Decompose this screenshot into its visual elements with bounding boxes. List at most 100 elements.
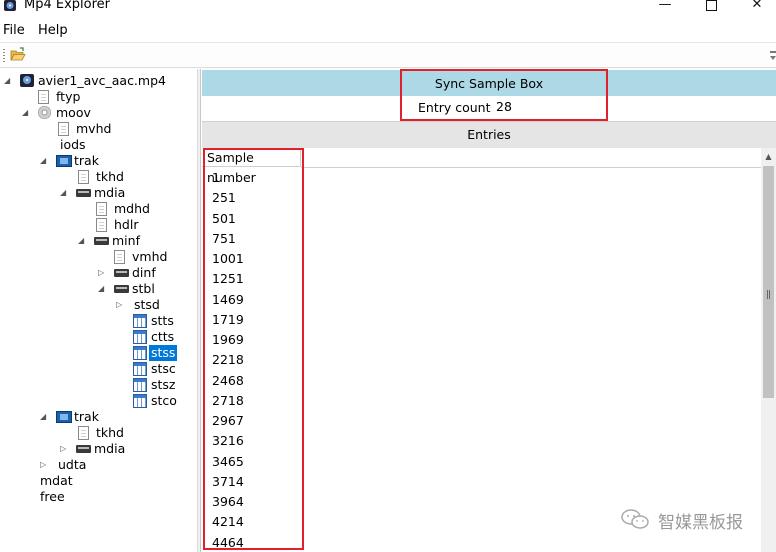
toolbar [0, 42, 776, 68]
tree-node-label: trak [74, 153, 99, 168]
tree-node-moov[interactable]: ◢ moov [0, 105, 197, 121]
tree-node-label: stsd [134, 297, 160, 312]
film-icon [56, 155, 72, 167]
tree-node-free[interactable]: free [0, 489, 197, 505]
collapse-arrow-icon[interactable]: ◢ [60, 189, 68, 197]
tree-node-label: tkhd [96, 169, 124, 184]
tree-node-label: free [40, 489, 65, 504]
menu-help[interactable]: Help [38, 23, 68, 38]
tree-node-trak[interactable]: ◢ trak [0, 409, 197, 425]
expand-arrow-icon[interactable]: ▷ [98, 269, 106, 277]
tree-node-label: vmhd [132, 249, 168, 264]
expand-arrow-icon[interactable]: ▷ [40, 461, 48, 469]
tree-node-tkhd[interactable]: tkhd [0, 169, 197, 185]
collapse-arrow-icon[interactable]: ◢ [98, 285, 106, 293]
tree-node-label: hdlr [114, 217, 139, 232]
tree-node-stsc[interactable]: stsc [0, 361, 197, 377]
tree-node-label: ctts [151, 329, 175, 344]
menu-bar: File Help [0, 21, 776, 41]
tree-node-label: avier1_avc_aac.mp4 [38, 73, 166, 88]
menu-file[interactable]: File [3, 23, 25, 38]
window-title: Mp4 Explorer [24, 0, 110, 12]
tree-node-mdia[interactable]: ▷ mdia [0, 441, 197, 457]
tree-node-label: dinf [132, 265, 156, 280]
box-icon [114, 285, 129, 293]
toolbar-overflow-icon[interactable] [770, 51, 776, 63]
column-header-filler [301, 148, 761, 168]
tree-node-label: stbl [132, 281, 155, 296]
tree-node-label: iods [60, 137, 86, 152]
tree-node-ctts[interactable]: ctts [0, 329, 197, 345]
tree-node-tkhd[interactable]: tkhd [0, 425, 197, 441]
tree-node-stsz[interactable]: stsz [0, 377, 197, 393]
table-icon [133, 394, 147, 408]
expand-arrow-icon[interactable]: ▷ [116, 301, 124, 309]
collapse-arrow-icon[interactable]: ◢ [22, 109, 30, 117]
tree-node-udta[interactable]: ▷ udta [0, 457, 197, 473]
maximize-button[interactable] [696, 0, 726, 14]
tree-node-stco[interactable]: stco [0, 393, 197, 409]
collapse-arrow-icon[interactable]: ◢ [4, 77, 12, 85]
table-icon [133, 330, 147, 344]
expand-arrow-icon[interactable]: ▷ [60, 445, 68, 453]
document-icon [38, 90, 49, 104]
collapse-arrow-icon[interactable]: ◢ [78, 237, 86, 245]
tree-node-stbl[interactable]: ◢ stbl [0, 281, 197, 297]
tree-node-label: mdia [94, 441, 126, 456]
film-icon [56, 411, 72, 423]
scroll-grip-icon [767, 290, 770, 299]
tree-node-mdat[interactable]: mdat [0, 473, 197, 489]
tree-node-trak[interactable]: ◢ trak [0, 153, 197, 169]
document-icon [78, 426, 89, 440]
collapse-arrow-icon[interactable]: ◢ [40, 413, 48, 421]
tree-node-ftyp[interactable]: ftyp [0, 89, 197, 105]
close-icon: ✕ [751, 0, 763, 12]
box-tree: ◢ avier1_avc_aac.mp4 ftyp ◢ moov mvhd iods ◢ tra… [0, 69, 197, 552]
wechat-icon [621, 509, 649, 529]
tree-node-label: mdhd [114, 201, 150, 216]
tree-node-hdlr[interactable]: hdlr [0, 217, 197, 233]
tree-node-stss[interactable]: stss [0, 345, 197, 361]
toolbar-grip[interactable] [3, 49, 5, 63]
tree-node-label: trak [74, 409, 99, 424]
tree-node-stts[interactable]: stts [0, 313, 197, 329]
tree-node-avier1_avc_aac.mp4[interactable]: ◢ avier1_avc_aac.mp4 [0, 73, 197, 89]
mp4-file-icon [20, 74, 34, 87]
document-icon [58, 122, 69, 136]
minimize-button[interactable]: — [650, 0, 680, 14]
entries-title: Entries [202, 121, 776, 148]
box-icon [114, 269, 129, 277]
collapse-arrow-icon[interactable]: ◢ [40, 157, 48, 165]
maximize-icon [705, 0, 717, 11]
close-button[interactable]: ✕ [742, 0, 772, 14]
title-bar: Mp4 Explorer — ✕ [0, 0, 776, 14]
tree-node-iods[interactable]: iods [0, 137, 197, 153]
table-icon [133, 314, 147, 328]
box-icon [76, 189, 91, 197]
document-icon [78, 170, 89, 184]
tree-node-label: moov [56, 105, 91, 120]
highlight-sample-numbers [203, 148, 304, 550]
tree-node-stsd[interactable]: ▷ stsd [0, 297, 197, 313]
tree-node-vmhd[interactable]: vmhd [0, 249, 197, 265]
tree-node-mdhd[interactable]: mdhd [0, 201, 197, 217]
minimize-icon: — [658, 0, 672, 12]
scroll-thumb[interactable] [763, 166, 774, 398]
tree-node-minf[interactable]: ◢ minf [0, 233, 197, 249]
vertical-scrollbar[interactable]: ▲ [761, 148, 776, 552]
tree-node-dinf[interactable]: ▷ dinf [0, 265, 197, 281]
tree-node-label: mvhd [76, 121, 112, 136]
document-icon [96, 202, 107, 216]
document-icon [114, 250, 125, 264]
app-icon [4, 0, 16, 11]
tree-node-label: stss [149, 345, 178, 361]
highlight-sync-sample-box [400, 69, 608, 121]
tree-node-label: stsz [151, 377, 176, 392]
box-icon [76, 445, 91, 453]
tree-node-mvhd[interactable]: mvhd [0, 121, 197, 137]
document-icon [96, 218, 107, 232]
tree-node-label: tkhd [96, 425, 124, 440]
tree-node-mdia[interactable]: ◢ mdia [0, 185, 197, 201]
scroll-up-icon[interactable]: ▲ [761, 148, 776, 165]
folder-open-icon[interactable] [10, 47, 26, 63]
